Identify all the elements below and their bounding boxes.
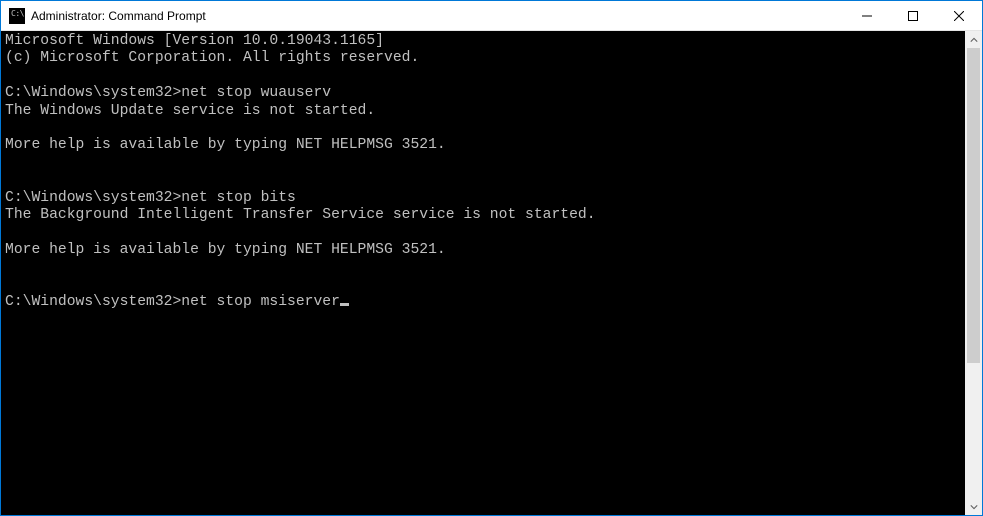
- scroll-down-button[interactable]: [965, 498, 982, 515]
- maximize-button[interactable]: [890, 1, 936, 30]
- scroll-up-button[interactable]: [965, 31, 982, 48]
- terminal-output[interactable]: Microsoft Windows [Version 10.0.19043.11…: [1, 31, 965, 515]
- output-line: More help is available by typing NET HEL…: [5, 137, 446, 153]
- close-icon: [954, 11, 964, 21]
- maximize-icon: [908, 11, 918, 21]
- vertical-scrollbar[interactable]: [965, 31, 982, 515]
- command-text: net stop msiserver: [181, 294, 340, 310]
- output-line: The Windows Update service is not starte…: [5, 103, 375, 119]
- command-text: net stop wuauserv: [181, 85, 331, 101]
- banner-line: (c) Microsoft Corporation. All rights re…: [5, 50, 419, 66]
- scrollbar-track[interactable]: [965, 48, 982, 498]
- close-button[interactable]: [936, 1, 982, 30]
- client-area: Microsoft Windows [Version 10.0.19043.11…: [1, 31, 982, 515]
- window-controls: [844, 1, 982, 30]
- prompt: C:\Windows\system32>: [5, 85, 181, 101]
- scrollbar-thumb[interactable]: [967, 48, 980, 363]
- cmd-icon: C:\: [9, 8, 25, 24]
- prompt: C:\Windows\system32>: [5, 190, 181, 206]
- titlebar[interactable]: C:\ Administrator: Command Prompt: [1, 1, 982, 31]
- chevron-up-icon: [970, 36, 978, 44]
- prompt: C:\Windows\system32>: [5, 294, 181, 310]
- output-line: The Background Intelligent Transfer Serv…: [5, 207, 596, 223]
- banner-line: Microsoft Windows [Version 10.0.19043.11…: [5, 33, 384, 49]
- window-title: Administrator: Command Prompt: [31, 9, 206, 23]
- command-text: net stop bits: [181, 190, 296, 206]
- minimize-button[interactable]: [844, 1, 890, 30]
- text-cursor: [340, 303, 349, 306]
- output-line: More help is available by typing NET HEL…: [5, 242, 446, 258]
- command-prompt-window: C:\ Administrator: Command Prompt Micros…: [1, 1, 982, 515]
- minimize-icon: [862, 11, 872, 21]
- chevron-down-icon: [970, 503, 978, 511]
